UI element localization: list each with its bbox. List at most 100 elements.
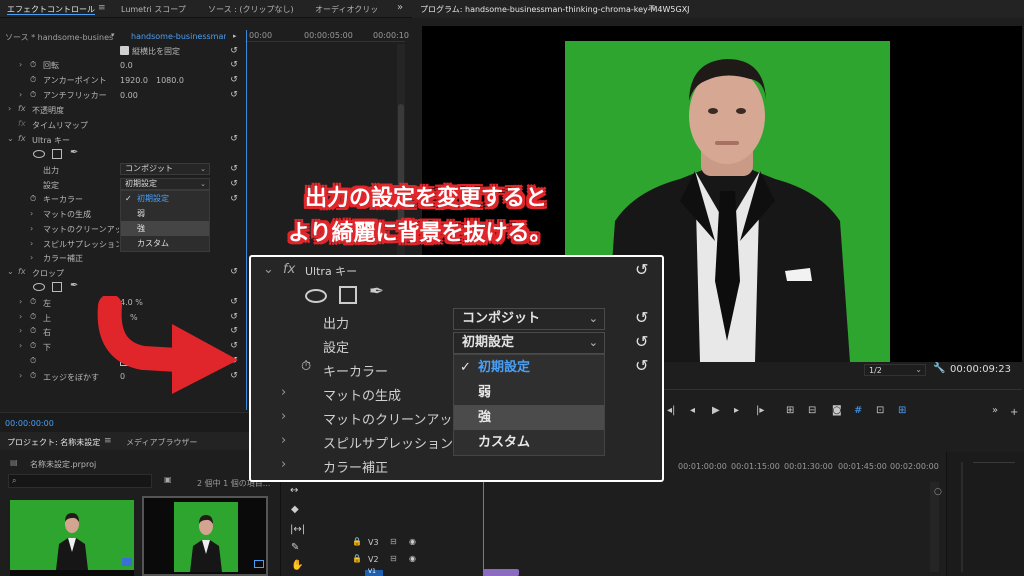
track-v2[interactable]: V2 — [368, 555, 379, 564]
tab-lumetri-scopes[interactable]: Lumetri スコープ — [121, 4, 186, 15]
fx-icon[interactable]: fx — [18, 104, 26, 113]
tab-project[interactable]: プロジェクト: 名称未設定 — [7, 437, 100, 448]
chevron-right-icon[interactable]: › — [19, 341, 22, 350]
chevron-right-icon[interactable]: › — [30, 209, 33, 218]
chevron-down-icon[interactable]: ⌄ — [7, 134, 14, 143]
extract-icon[interactable]: ⊟ — [808, 405, 816, 416]
reset-icon[interactable]: ↺ — [229, 60, 239, 70]
razor-icon[interactable]: ◆ — [291, 504, 299, 515]
fx-icon[interactable]: fx — [18, 267, 26, 276]
stopwatch-icon[interactable]: ⏱ — [30, 341, 36, 351]
reset-icon[interactable]: ↺ — [229, 179, 239, 189]
clip-thumbnail[interactable] — [10, 500, 134, 576]
stopwatch-icon[interactable]: ⏱ — [30, 356, 36, 366]
timeline-ruler[interactable]: 00:01:00:00 00:01:15:00 00:01:30:00 00:0… — [620, 462, 950, 474]
menu-item-strong[interactable]: 強 — [121, 221, 209, 236]
compare-icon[interactable]: ⊡ — [876, 405, 884, 416]
setting-select[interactable]: 初期設定 ⌄ — [120, 178, 210, 190]
chevron-right-icon[interactable]: › — [30, 253, 33, 262]
anchor-x-value[interactable]: 1920.0 — [120, 76, 148, 85]
track-v3[interactable]: V3 — [368, 538, 379, 547]
effect-time-ruler[interactable]: 00:00 00:00:05:00 00:00:10 — [245, 28, 409, 42]
settings-dot-icon[interactable]: ○ — [934, 487, 942, 497]
effect-timecode[interactable]: 00:00:00:00 — [5, 419, 54, 428]
overflow-icon[interactable]: » — [397, 2, 403, 13]
chevron-right-icon[interactable]: › — [19, 371, 22, 380]
stopwatch-icon[interactable]: ⏱ — [30, 371, 36, 381]
play-only-icon[interactable]: ▸ — [233, 32, 237, 40]
reset-icon[interactable]: ↺ — [229, 267, 239, 277]
step-forward-icon[interactable]: |▸ — [756, 405, 764, 416]
chevron-right-icon[interactable]: › — [19, 90, 22, 99]
reset-icon[interactable]: ↺ — [229, 46, 239, 56]
chevron-down-icon[interactable]: ⌄ — [7, 267, 14, 276]
play-icon[interactable]: ▶ — [712, 405, 720, 416]
chevron-down-icon[interactable]: ▾ — [111, 31, 115, 39]
clip-label[interactable]: handsome-businessman-th... — [131, 32, 226, 41]
reset-icon[interactable]: ↺ — [229, 90, 239, 100]
lock-icon[interactable]: 🔒 — [352, 554, 362, 563]
tab-source[interactable]: ソース : (クリップなし) — [208, 4, 294, 15]
timeline-playhead[interactable] — [483, 480, 484, 576]
stopwatch-icon[interactable]: ⏱ — [30, 297, 36, 307]
pen-icon[interactable]: ✎ — [291, 542, 299, 553]
pen-icon[interactable]: ✒ — [70, 280, 78, 291]
clip-on-timeline[interactable] — [483, 569, 519, 576]
chevron-right-icon[interactable]: › — [8, 104, 11, 113]
search-input[interactable]: ⌕ — [8, 474, 152, 488]
ellipse-mask-icon[interactable] — [33, 283, 45, 291]
menu-item-custom[interactable]: カスタム — [121, 236, 209, 251]
stopwatch-icon[interactable]: ⏱ — [30, 60, 36, 70]
step-back-icon[interactable]: ◂| — [667, 405, 675, 416]
stopwatch-icon[interactable]: ⏱ — [30, 194, 36, 204]
prev-frame-icon[interactable]: ◂ — [690, 405, 695, 416]
overflow-icon[interactable]: » — [992, 405, 998, 416]
chevron-right-icon[interactable]: › — [19, 326, 22, 335]
fx-icon[interactable]: fx — [18, 134, 26, 143]
lock-icon[interactable]: 🔒 — [352, 537, 362, 546]
sync-icon[interactable]: ⊟ — [390, 554, 397, 563]
sync-icon[interactable]: ⊟ — [390, 537, 397, 546]
next-frame-icon[interactable]: ▸ — [734, 405, 739, 416]
stopwatch-icon[interactable]: ⏱ — [30, 312, 36, 322]
new-bin-icon[interactable]: ▣ — [164, 475, 172, 484]
camera-icon[interactable]: ◙ — [832, 405, 842, 416]
stopwatch-icon[interactable]: ⏱ — [30, 326, 36, 336]
menu-icon[interactable]: ≡ — [648, 3, 656, 13]
reset-icon[interactable]: ↺ — [229, 164, 239, 174]
chevron-right-icon[interactable]: › — [19, 312, 22, 321]
chevron-right-icon[interactable]: › — [30, 239, 33, 248]
reset-icon[interactable]: ↺ — [229, 194, 239, 204]
keep-aspect-checkbox[interactable] — [120, 46, 129, 55]
output-select[interactable]: コンポジット ⌄ — [120, 163, 210, 175]
chevron-right-icon[interactable]: › — [19, 60, 22, 69]
zoom-select[interactable]: 1/2 ⌄ — [864, 364, 926, 376]
sequence-thumbnail[interactable] — [142, 496, 268, 576]
lift-icon[interactable]: ⊞ — [786, 405, 794, 416]
multicam-icon[interactable]: ⊞ — [898, 405, 906, 416]
tab-media-browser[interactable]: メディアブラウザー — [126, 437, 197, 448]
pen-icon[interactable]: ✒ — [70, 147, 78, 158]
menu-icon[interactable]: ≡ — [104, 436, 112, 446]
reset-icon[interactable]: ↺ — [229, 134, 239, 144]
antiflicker-value[interactable]: 0.00 — [120, 91, 138, 100]
rectangle-mask-icon[interactable] — [52, 149, 62, 159]
track-v1[interactable]: V1 — [365, 568, 383, 576]
menu-item-weak[interactable]: 弱 — [121, 206, 209, 221]
stopwatch-icon[interactable]: ⏱ — [30, 75, 36, 85]
anchor-y-value[interactable]: 1080.0 — [156, 76, 184, 85]
stopwatch-icon[interactable]: ⏱ — [30, 90, 36, 100]
wrench-icon[interactable]: 🔧 — [933, 363, 945, 374]
menu-icon[interactable]: ≡ — [98, 3, 106, 13]
ellipse-mask-icon[interactable] — [33, 150, 45, 158]
eye-icon[interactable]: ◉ — [409, 537, 416, 546]
grid-icon[interactable]: # — [854, 405, 862, 416]
chevron-right-icon[interactable]: › — [30, 224, 33, 233]
menu-item-default[interactable]: ✓ 初期設定 — [121, 191, 209, 206]
track-select-icon[interactable]: ↔ — [290, 485, 298, 496]
add-button-icon[interactable]: + — [1010, 407, 1018, 418]
slip-icon[interactable]: |↔| — [290, 524, 305, 535]
reset-icon[interactable]: ↺ — [229, 75, 239, 85]
program-scrubber[interactable] — [662, 380, 1022, 390]
chevron-right-icon[interactable]: › — [19, 297, 22, 306]
